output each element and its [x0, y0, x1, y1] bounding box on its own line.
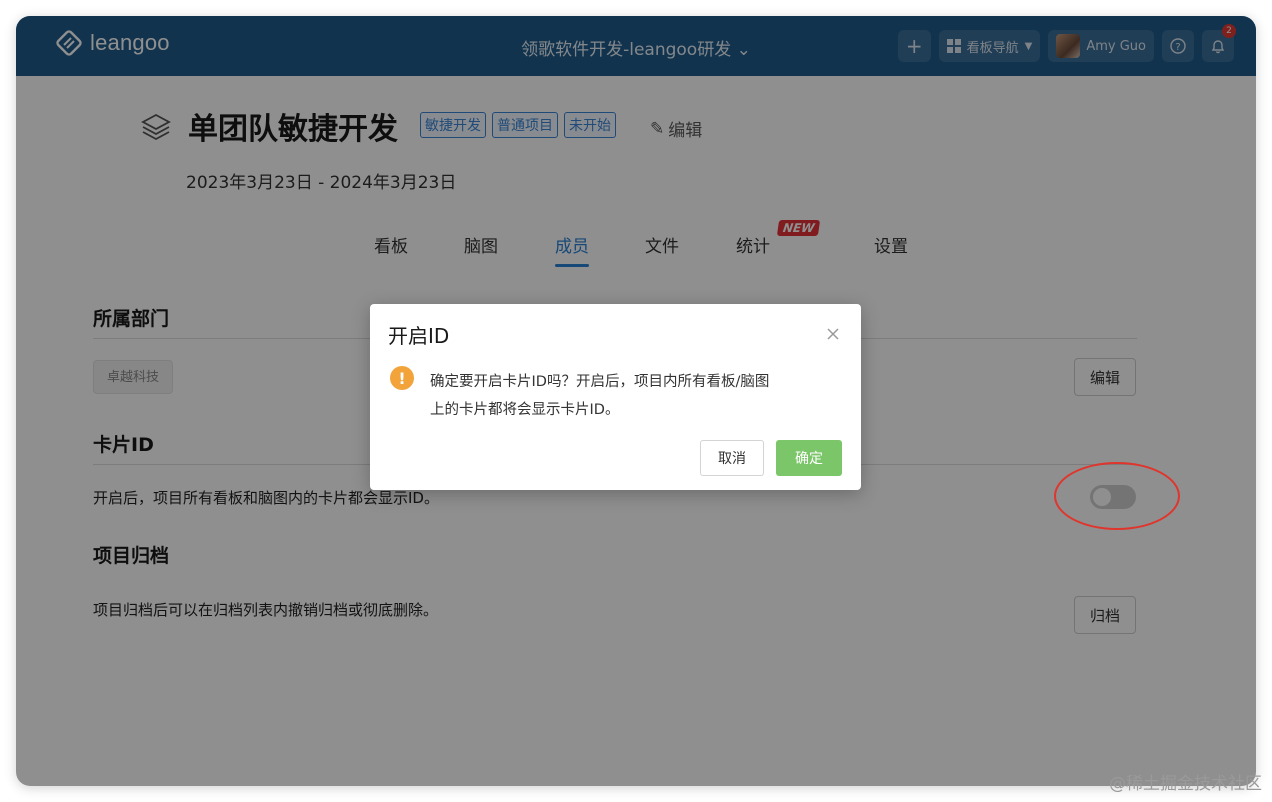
watermark: @稀土掘金技术社区 — [1109, 774, 1262, 794]
dialog-title: 开启ID — [388, 324, 450, 348]
dialog-message-line: 上的卡片都将会显示卡片ID。 — [430, 402, 620, 418]
close-icon[interactable] — [825, 326, 841, 342]
confirm-dialog: 开启ID ! 确定要开启卡片ID吗？开启后，项目内所有看板/脑图 上的卡片都将会… — [370, 304, 861, 490]
dialog-message-line: 确定要开启卡片ID吗？开启后，项目内所有看板/脑图 — [430, 374, 770, 390]
app-window: leangoo 领歌软件开发-leangoo研发 ⌄ + 看板导航 ▼ Amy … — [16, 16, 1256, 786]
dialog-message: 确定要开启卡片ID吗？开启后，项目内所有看板/脑图 上的卡片都将会显示卡片ID。 — [430, 368, 840, 424]
warning-icon: ! — [390, 366, 414, 390]
annotation-ellipse — [1054, 462, 1180, 530]
cancel-button[interactable]: 取消 — [700, 440, 764, 476]
confirm-button[interactable]: 确定 — [776, 440, 842, 476]
